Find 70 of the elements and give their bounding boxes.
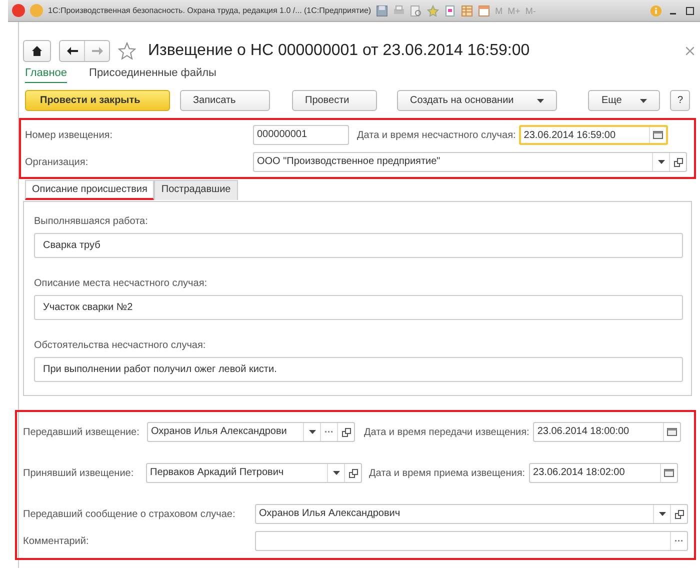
save-icon[interactable] <box>376 4 388 16</box>
forward-arrow-icon <box>92 47 102 55</box>
open-icon <box>342 428 350 436</box>
caret-icon <box>332 471 340 475</box>
document-icon[interactable] <box>444 4 456 16</box>
field-label: Дата и время приема извещения: <box>369 468 526 478</box>
text-area[interactable]: Сварка труб <box>34 233 683 258</box>
open-button[interactable] <box>669 153 686 171</box>
calendar-icon <box>667 428 678 436</box>
field-label: Обстоятельства несчастного случая: <box>34 340 207 351</box>
field-label: Передавший сообщение о страховом случае: <box>23 508 236 520</box>
text-area[interactable]: Участок сварки №2 <box>34 295 683 320</box>
input-field[interactable]: ООО "Производственное предприятие" <box>253 152 687 172</box>
back-arrow-icon <box>66 47 78 55</box>
post-and-close-button[interactable]: Провести и закрыть <box>25 90 170 111</box>
input-field[interactable]: 23.06.2014 18:02:00 <box>529 463 678 483</box>
field-label: Принявший извещение: <box>23 468 135 478</box>
preview-icon[interactable] <box>410 4 422 16</box>
field-label: Дата и время несчастного случая: <box>357 130 516 140</box>
section-link[interactable]: Главное <box>25 67 68 83</box>
field-label: Описание места несчастного случая: <box>34 278 208 289</box>
open-button[interactable] <box>344 464 361 482</box>
input-field[interactable]: Охранов Илья Александрови <box>147 422 355 442</box>
printer-icon[interactable] <box>393 4 406 16</box>
toolbar-button[interactable]: Провести <box>292 90 377 111</box>
caret-icon <box>308 430 316 434</box>
caret-icon <box>658 512 666 516</box>
input-field[interactable]: 000000001 <box>253 125 349 145</box>
input-field[interactable]: 23.06.2014 18:00:00 <box>533 422 682 442</box>
field-label: Организация: <box>25 156 90 168</box>
app-logo-icon[interactable] <box>12 4 25 17</box>
window-title: 1С:Производственная безопасность. Охрана труда, редакция 1.0 /... (1С:Предприятие) <box>48 6 372 15</box>
menu-button[interactable]: Еще <box>588 90 660 111</box>
input-field[interactable] <box>255 531 688 551</box>
form-title: Извещение о НС 000000001 от 23.06.2014 16:59:00 <box>148 42 530 60</box>
toolbar-button[interactable]: Записать <box>180 90 270 111</box>
tab[interactable]: Описание происшествия <box>25 180 154 200</box>
calendar-icon <box>652 131 663 139</box>
calendar-icon[interactable] <box>478 4 490 16</box>
input-field[interactable]: Охранов Илья Александрович <box>255 504 688 524</box>
star-icon[interactable] <box>427 4 440 16</box>
open-button[interactable] <box>670 505 687 523</box>
input-field[interactable]: 23.06.2014 16:59:00 <box>518 125 668 145</box>
field-label: Передавший извещение: <box>23 426 140 438</box>
field-label: Комментарий: <box>23 536 90 546</box>
help-button[interactable]: ? <box>670 90 690 111</box>
star-icon[interactable] <box>118 42 136 60</box>
open-icon <box>674 510 684 518</box>
home-icon <box>32 46 42 56</box>
field-label: Выполнявшаяся работа: <box>34 216 149 227</box>
open-button[interactable] <box>337 423 354 441</box>
section-link[interactable]: Присоединенные файлы <box>89 67 216 83</box>
caret-icon <box>537 98 544 102</box>
maximize-icon[interactable] <box>684 4 696 16</box>
calendar-icon <box>664 469 674 477</box>
close-icon[interactable] <box>686 47 694 55</box>
open-icon <box>348 468 358 478</box>
info-icon[interactable] <box>650 4 662 16</box>
input-field[interactable]: Перваков Аркадий Петрович <box>146 463 362 483</box>
field-label: Дата и время передачи извещения: <box>364 426 530 438</box>
home-button[interactable] <box>23 40 51 62</box>
calendar-button[interactable] <box>648 127 666 143</box>
menu-button[interactable]: Создать на основании <box>397 90 557 111</box>
caret-icon <box>658 160 664 164</box>
text-area[interactable]: При выполнении работ получил ожег левой кисти. <box>34 357 683 382</box>
table-icon[interactable] <box>461 4 474 16</box>
tab[interactable]: Пострадавшие <box>154 180 238 200</box>
field-label: Номер извещения: <box>25 130 114 140</box>
caret-icon <box>640 98 648 102</box>
open-icon <box>674 158 682 166</box>
